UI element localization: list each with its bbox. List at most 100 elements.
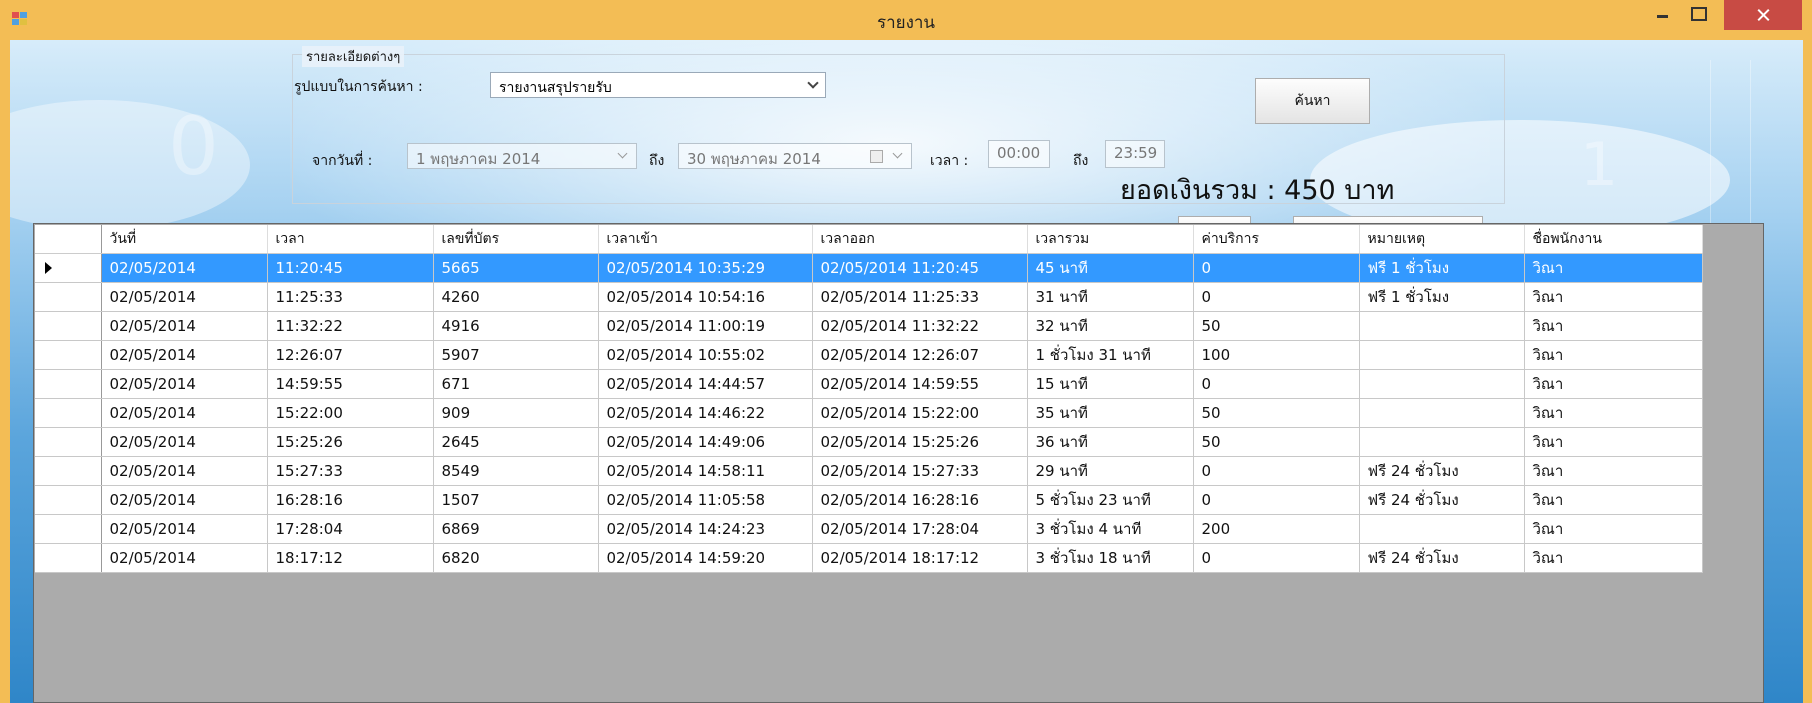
table-row[interactable]: 02/05/2014 15:22:00 909 02/05/2014 14:46:22… [35, 398, 1703, 428]
cell-time[interactable]: 11:20:45 [267, 253, 434, 283]
cell-time-in[interactable]: 02/05/2014 14:58:11 [598, 456, 813, 486]
cell-time[interactable]: 15:27:33 [267, 456, 434, 486]
calendar-checkbox[interactable] [870, 150, 883, 163]
cell-fee[interactable]: 50 [1193, 311, 1360, 341]
cell-time-out[interactable]: 02/05/2014 15:25:26 [812, 427, 1028, 457]
cell-time-in[interactable]: 02/05/2014 14:49:06 [598, 427, 813, 457]
row-header[interactable] [35, 282, 102, 312]
cell-duration[interactable]: 35 นาที [1027, 398, 1194, 428]
cell-time-in[interactable]: 02/05/2014 11:05:58 [598, 485, 813, 515]
cell-time-in[interactable]: 02/05/2014 14:59:20 [598, 543, 813, 573]
cell-time-in[interactable]: 02/05/2014 11:00:19 [598, 311, 813, 341]
table-row[interactable]: 02/05/2014 16:28:16 1507 02/05/2014 11:05:5… [35, 485, 1703, 515]
cell-card-number[interactable]: 4260 [433, 282, 599, 312]
cell-note[interactable]: ฟรี 24 ชั่วโมง [1359, 456, 1525, 486]
column-header-staff[interactable]: ชื่อพนักงาน [1524, 225, 1703, 254]
maximize-button[interactable] [1680, 0, 1714, 28]
cell-fee[interactable]: 200 [1193, 514, 1360, 544]
close-button[interactable] [1724, 0, 1802, 30]
title-bar[interactable]: รายงาน [0, 0, 1812, 40]
cell-time-in[interactable]: 02/05/2014 10:55:02 [598, 340, 813, 370]
from-date-picker[interactable]: 1 พฤษภาคม 2014 [407, 143, 637, 169]
cell-duration[interactable]: 3 ชั่วโมง 4 นาที [1027, 514, 1194, 544]
cell-fee[interactable]: 0 [1193, 369, 1360, 399]
row-header[interactable] [35, 514, 102, 544]
report-data-grid[interactable]: วันที่ เวลา เลขที่บัตร เวลาเข้า เวลาออก … [33, 223, 1764, 703]
cell-time-out[interactable]: 02/05/2014 18:17:12 [812, 543, 1028, 573]
cell-note[interactable] [1359, 311, 1525, 341]
cell-duration[interactable]: 36 นาที [1027, 427, 1194, 457]
row-header[interactable] [35, 427, 102, 457]
cell-date[interactable]: 02/05/2014 [101, 282, 268, 312]
cell-time[interactable]: 11:25:33 [267, 282, 434, 312]
cell-staff[interactable]: วิณา [1524, 253, 1703, 283]
search-mode-select[interactable]: รายงานสรุปรายรับ [490, 72, 826, 98]
minimize-button[interactable] [1648, 0, 1678, 28]
row-header[interactable] [35, 485, 102, 515]
cell-card-number[interactable]: 671 [433, 369, 599, 399]
cell-time-out[interactable]: 02/05/2014 12:26:07 [812, 340, 1028, 370]
cell-fee[interactable]: 50 [1193, 427, 1360, 457]
cell-time-out[interactable]: 02/05/2014 11:32:22 [812, 311, 1028, 341]
cell-note[interactable] [1359, 340, 1525, 370]
table-row[interactable]: 02/05/2014 15:27:33 8549 02/05/2014 14:58:1… [35, 456, 1703, 486]
cell-note[interactable]: ฟรี 24 ชั่วโมง [1359, 543, 1525, 573]
cell-time[interactable]: 15:25:26 [267, 427, 434, 457]
column-header-note[interactable]: หมายเหตุ [1359, 225, 1525, 254]
time-to-field[interactable]: 23:59 [1105, 140, 1165, 168]
cell-staff[interactable]: วิณา [1524, 514, 1703, 544]
cell-fee[interactable]: 0 [1193, 456, 1360, 486]
cell-time[interactable]: 12:26:07 [267, 340, 434, 370]
search-button[interactable]: ค้นหา [1255, 78, 1370, 124]
table-row[interactable]: 02/05/2014 14:59:55 671 02/05/2014 14:44:57… [35, 369, 1703, 399]
cell-duration[interactable]: 3 ชั่วโมง 18 นาที [1027, 543, 1194, 573]
cell-duration[interactable]: 1 ชั่วโมง 31 นาที [1027, 340, 1194, 370]
cell-date[interactable]: 02/05/2014 [101, 253, 268, 283]
cell-fee[interactable]: 0 [1193, 282, 1360, 312]
cell-date[interactable]: 02/05/2014 [101, 311, 268, 341]
cell-staff[interactable]: วิณา [1524, 340, 1703, 370]
cell-time-out[interactable]: 02/05/2014 16:28:16 [812, 485, 1028, 515]
cell-time-out[interactable]: 02/05/2014 15:27:33 [812, 456, 1028, 486]
cell-fee[interactable]: 50 [1193, 398, 1360, 428]
cell-date[interactable]: 02/05/2014 [101, 485, 268, 515]
cell-note[interactable]: ฟรี 1 ชั่วโมง [1359, 282, 1525, 312]
cell-fee[interactable]: 0 [1193, 253, 1360, 283]
cell-staff[interactable]: วิณา [1524, 485, 1703, 515]
cell-duration[interactable]: 31 นาที [1027, 282, 1194, 312]
cell-card-number[interactable]: 8549 [433, 456, 599, 486]
column-header-time-in[interactable]: เวลาเข้า [598, 225, 813, 254]
column-header-date[interactable]: วันที่ [101, 225, 268, 254]
cell-staff[interactable]: วิณา [1524, 543, 1703, 573]
cell-card-number[interactable]: 6869 [433, 514, 599, 544]
row-header[interactable] [35, 398, 102, 428]
column-header-card-number[interactable]: เลขที่บัตร [433, 225, 599, 254]
cell-staff[interactable]: วิณา [1524, 369, 1703, 399]
cell-note[interactable] [1359, 369, 1525, 399]
cell-date[interactable]: 02/05/2014 [101, 543, 268, 573]
cell-staff[interactable]: วิณา [1524, 427, 1703, 457]
cell-time-in[interactable]: 02/05/2014 14:46:22 [598, 398, 813, 428]
cell-time-out[interactable]: 02/05/2014 14:59:55 [812, 369, 1028, 399]
column-header-duration[interactable]: เวลารวม [1027, 225, 1194, 254]
cell-time-out[interactable]: 02/05/2014 11:25:33 [812, 282, 1028, 312]
table-row[interactable]: 02/05/2014 11:32:22 4916 02/05/2014 11:00:1… [35, 311, 1703, 341]
cell-time[interactable]: 15:22:00 [267, 398, 434, 428]
cell-note[interactable] [1359, 398, 1525, 428]
cell-note[interactable]: ฟรี 1 ชั่วโมง [1359, 253, 1525, 283]
row-header[interactable] [35, 311, 102, 341]
cell-card-number[interactable]: 5665 [433, 253, 599, 283]
cell-duration[interactable]: 32 นาที [1027, 311, 1194, 341]
cell-time[interactable]: 18:17:12 [267, 543, 434, 573]
cell-time-in[interactable]: 02/05/2014 14:24:23 [598, 514, 813, 544]
cell-note[interactable] [1359, 514, 1525, 544]
cell-date[interactable]: 02/05/2014 [101, 514, 268, 544]
table-row[interactable]: 02/05/2014 12:26:07 5907 02/05/2014 10:55:0… [35, 340, 1703, 370]
cell-time[interactable]: 14:59:55 [267, 369, 434, 399]
cell-time-out[interactable]: 02/05/2014 15:22:00 [812, 398, 1028, 428]
cell-staff[interactable]: วิณา [1524, 282, 1703, 312]
row-header[interactable] [35, 369, 102, 399]
cell-card-number[interactable]: 909 [433, 398, 599, 428]
table-row[interactable]: 02/05/2014 17:28:04 6869 02/05/2014 14:24:2… [35, 514, 1703, 544]
cell-staff[interactable]: วิณา [1524, 311, 1703, 341]
